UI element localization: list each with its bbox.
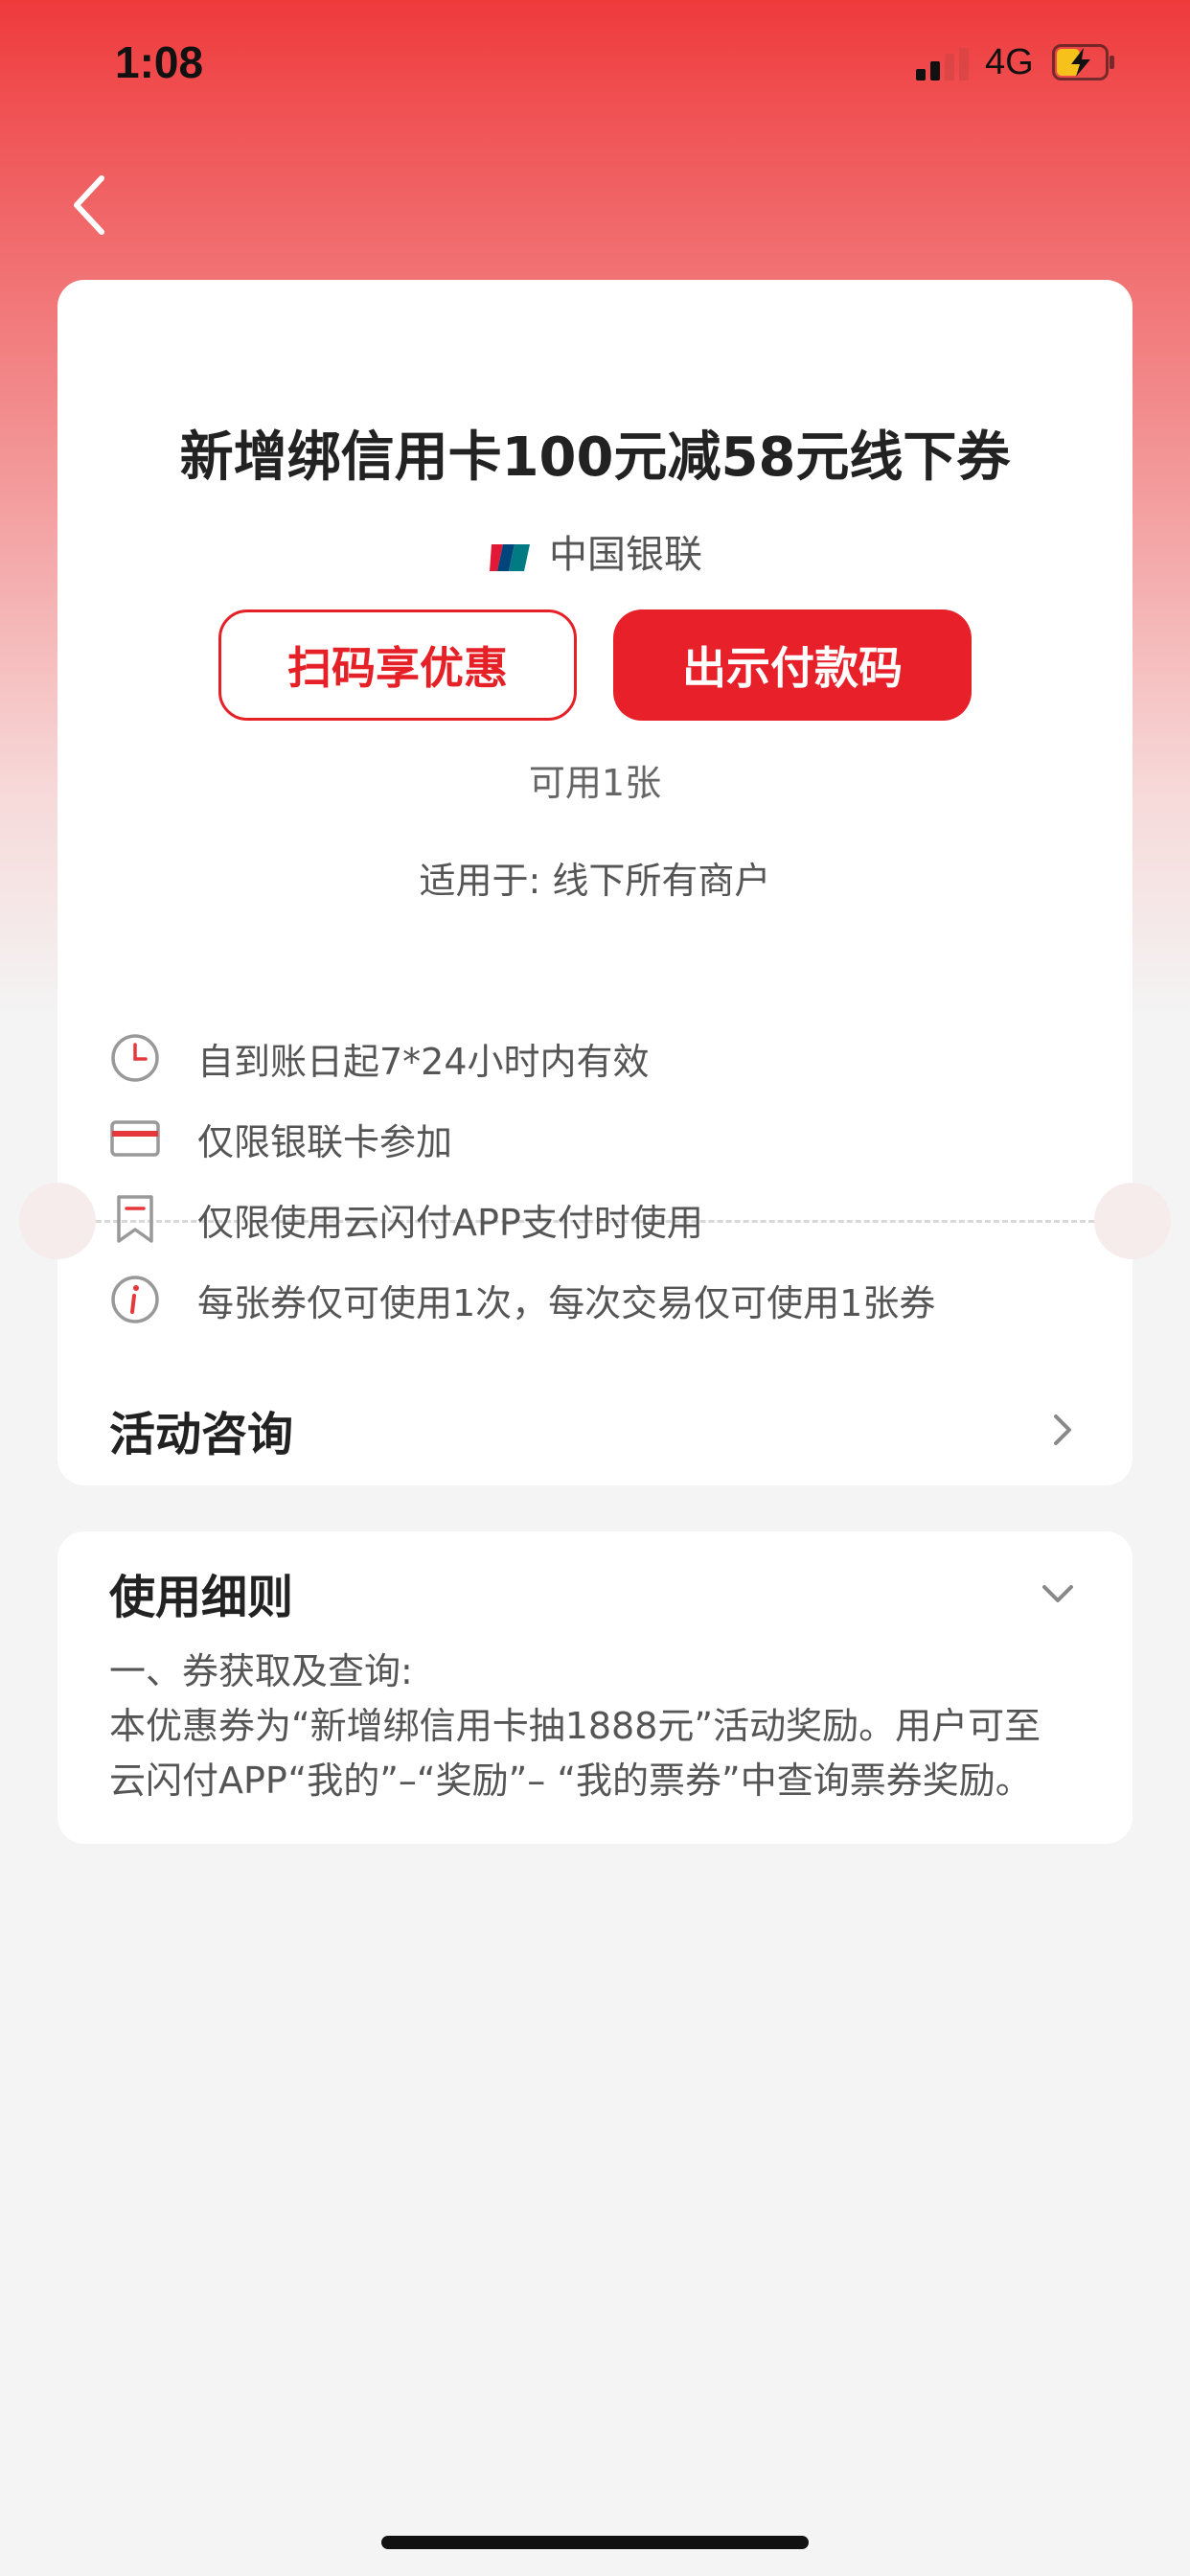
rule-item: 仅限银联卡参加 bbox=[109, 1110, 452, 1167]
info-icon bbox=[111, 1276, 159, 1323]
ticket-notch-right bbox=[1094, 1183, 1171, 1259]
usage-rules-title: 使用细则 bbox=[109, 1571, 294, 1624]
usage-rules-header[interactable]: 使用细则 bbox=[109, 1554, 1081, 1631]
rule-text: 每张券仅可使用1次，每次交易仅可使用1张券 bbox=[197, 1281, 936, 1324]
activity-consult-row[interactable]: 活动咨询 bbox=[109, 1392, 1081, 1468]
rule-text: 仅限银联卡参加 bbox=[197, 1120, 453, 1163]
signal-strength-icon bbox=[916, 48, 970, 80]
usage-rules-card: 使用细则 一、券获取及查询: 本优惠券为“新增绑信用卡抽1888元”活动奖励。用… bbox=[57, 1531, 1133, 1844]
bookmark-icon bbox=[117, 1195, 153, 1243]
status-time: 1:08 bbox=[115, 37, 204, 87]
coupon-card: 新增绑信用卡100元减58元线下券 中国银联 扫码享优惠 出示付款码 可用1张 … bbox=[19, 280, 1171, 1485]
rule-item: 自到账日起7*24小时内有效 bbox=[109, 1029, 650, 1087]
usage-rules-line: 本优惠券为“新增绑信用卡抽1888元”活动奖励。用户可至 bbox=[109, 1705, 1041, 1747]
rule-item: 每张券仅可使用1次，每次交易仅可使用1张券 bbox=[109, 1271, 935, 1328]
activity-consult-label: 活动咨询 bbox=[109, 1408, 294, 1461]
brand-name: 中国银联 bbox=[549, 533, 702, 577]
home-indicator[interactable] bbox=[381, 2536, 809, 2549]
chevron-down-icon bbox=[1042, 1585, 1073, 1602]
usage-rules-text: 一、券获取及查询: 本优惠券为“新增绑信用卡抽1888元”活动奖励。用户可至 云… bbox=[109, 1644, 1081, 1808]
card-icon bbox=[110, 1120, 160, 1157]
chevron-left-icon bbox=[74, 175, 104, 235]
usage-rules-heading: 一、券获取及查询: bbox=[109, 1650, 413, 1692]
clock-icon bbox=[111, 1034, 159, 1082]
rule-text: 自到账日起7*24小时内有效 bbox=[197, 1040, 650, 1083]
coupon-brand: 中国银联 bbox=[57, 523, 1133, 579]
coupon-title: 新增绑信用卡100元减58元线下券 bbox=[179, 426, 1011, 489]
unionpay-logo bbox=[488, 539, 532, 571]
battery-icon bbox=[1052, 44, 1115, 80]
usage-rules-line: 云闪付APP“我的”–“奖励”– “我的票券”中查询票券奖励。 bbox=[109, 1760, 1032, 1802]
rule-text: 仅限使用云闪付APP支付时使用 bbox=[197, 1201, 703, 1244]
network-type: 4G bbox=[985, 42, 1034, 82]
ticket-notch-left bbox=[19, 1183, 96, 1259]
available-count: 可用1张 bbox=[528, 762, 662, 804]
rule-item: 仅限使用云闪付APP支付时使用 bbox=[109, 1190, 703, 1248]
status-bar: 1:08 4G bbox=[0, 0, 1190, 134]
show-payment-code-button[interactable]: 出示付款码 bbox=[613, 610, 972, 721]
chevron-right-icon bbox=[1054, 1414, 1071, 1445]
scan-discount-button[interactable]: 扫码享优惠 bbox=[218, 610, 577, 721]
back-button[interactable] bbox=[59, 169, 126, 242]
applies-to: 适用于: 线下所有商户 bbox=[419, 860, 771, 902]
